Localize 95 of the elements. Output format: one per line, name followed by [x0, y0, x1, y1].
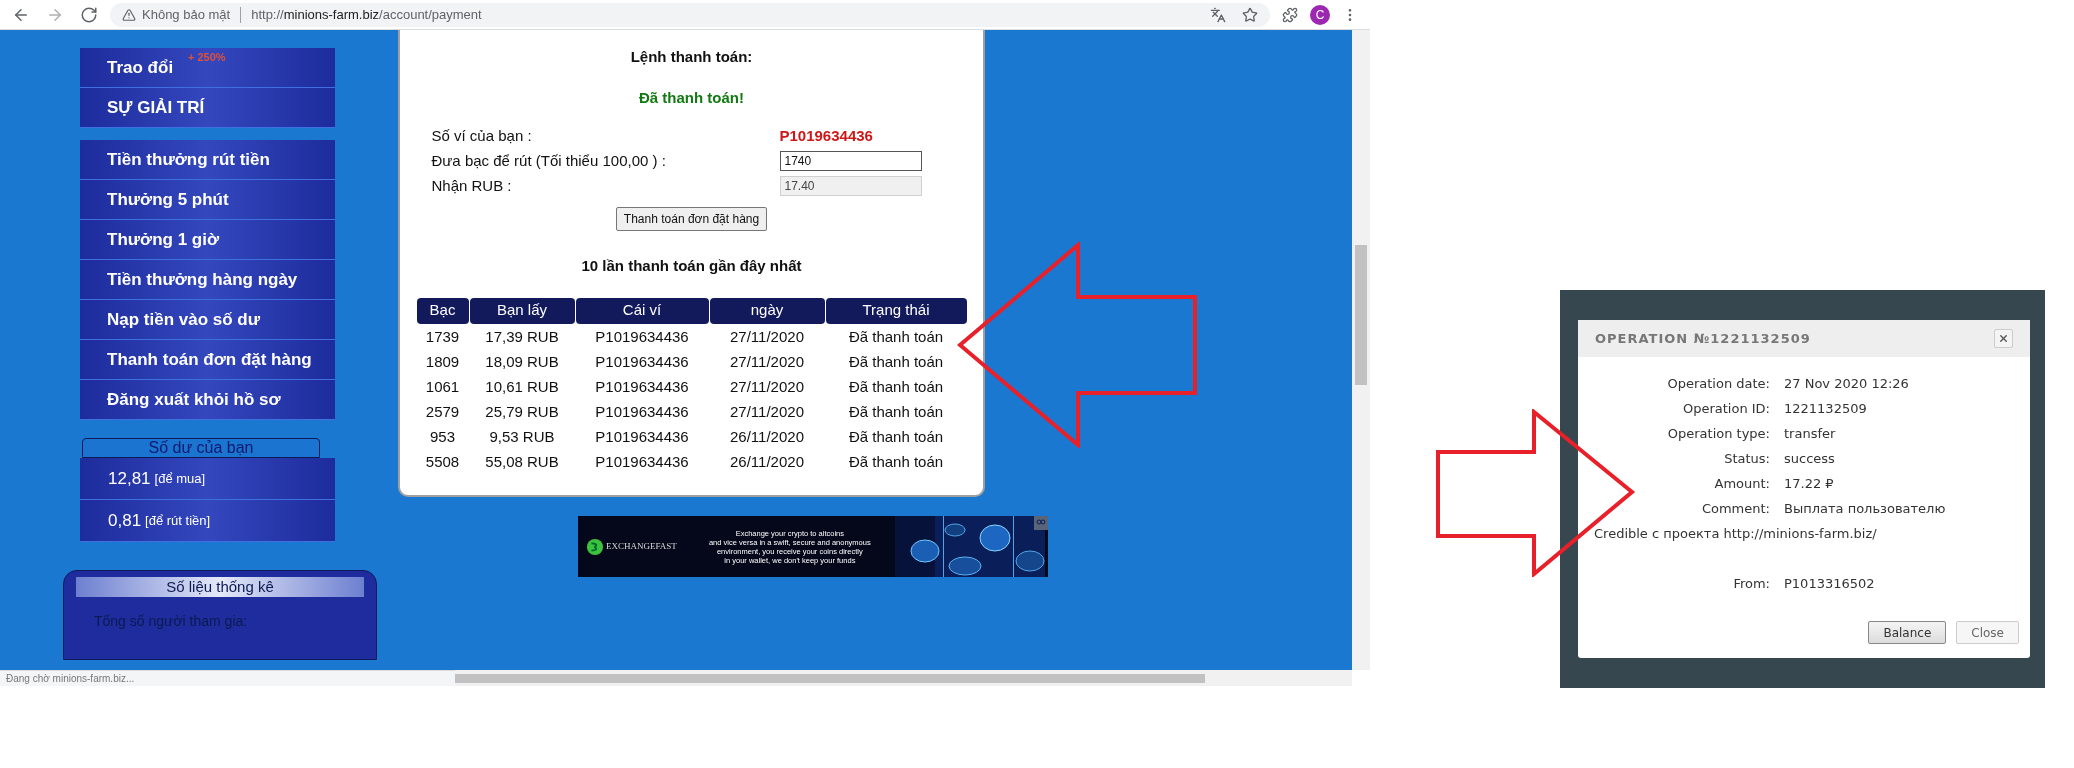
table-cell-text: 9,53 RUB	[488, 426, 556, 447]
table-cell-text: 27/11/2020	[729, 351, 805, 372]
menu-item[interactable]: Thưởng 1 giờ	[80, 220, 335, 260]
dialog-button[interactable]: Balance	[1868, 621, 1947, 644]
detail-value: 1221132509	[1784, 401, 1867, 416]
detail-label: Operation date:	[1666, 375, 1771, 393]
detail-value: transfer	[1784, 426, 1836, 441]
table-cell-text: 17,39 RUB	[484, 326, 560, 347]
detail-label: Status:	[1723, 450, 1771, 468]
logo-icon	[586, 537, 604, 556]
table-cell-text: 1809	[424, 351, 461, 372]
warning-icon[interactable]	[122, 7, 136, 22]
badge-icon	[1034, 516, 1048, 530]
balance-row: 0,81 [để rút tiền]	[80, 500, 335, 542]
field-label: Số ví của bạn :	[431, 125, 533, 146]
field-label: Đưa bạc để rút (Tối thiểu 100,00 ) :	[431, 150, 667, 171]
detail-value: 17.22 ₽	[1784, 476, 1834, 491]
table-cell-text: 953	[429, 426, 456, 447]
table-cell-text: P1019634436	[594, 451, 690, 472]
menu-item[interactable]: Đăng xuất khỏi hồ sơ	[80, 380, 335, 420]
table-cell-text: Đã thanh toán	[847, 351, 945, 372]
wallet-number: P1019634436	[779, 125, 873, 146]
stats-line: Tổng số người tham gia:	[94, 612, 249, 631]
amount-field[interactable]: 1740	[779, 151, 922, 171]
table-cell-text: 5508	[424, 451, 461, 472]
table-cell-text: P1019634436	[594, 401, 690, 422]
table-cell-text: Đã thanh toán	[847, 326, 945, 347]
table-cell-text: 26/11/2020	[729, 451, 805, 472]
column-header: ngày	[709, 297, 825, 324]
brand-name: EXCHANGEFAST	[606, 539, 677, 553]
menu-item[interactable]: Trao đổi + 250%	[80, 48, 335, 88]
detail-value: P1013316502	[1784, 576, 1875, 591]
profile-avatar[interactable]: C	[1310, 4, 1330, 25]
column-header: Cái ví	[575, 297, 709, 324]
reload-icon[interactable]	[80, 5, 98, 24]
table-cell-text: Đã thanh toán	[847, 376, 945, 397]
table-cell-text: 27/11/2020	[729, 401, 805, 422]
detail-value: Выплата пользователю	[1784, 501, 1946, 516]
column-header: Bạn lấy	[469, 297, 575, 324]
address-bar[interactable]: Không bảo mật http://minions-farm.biz/account/payment	[110, 2, 1270, 27]
close-button[interactable]	[1994, 329, 2013, 348]
url-text[interactable]: http://minions-farm.biz/account/payment	[251, 4, 482, 25]
balance-header: Số dư của bạn	[82, 438, 320, 458]
table-cell-text: P1019634436	[594, 351, 690, 372]
stats-header: Số liệu thống kê	[76, 577, 364, 597]
balance-row: 12,81 [để mua]	[80, 458, 335, 500]
menu-item[interactable]: Thanh toán đơn đặt hàng	[80, 340, 335, 380]
dialog-button[interactable]: Close	[1956, 621, 2019, 644]
table-cell-text: 1061	[424, 376, 461, 397]
detail-label: Operation type:	[1666, 425, 1771, 443]
detail-value: 27 Nov 2020 12:26	[1784, 376, 1909, 391]
menu-item[interactable]: Tiền thưởng hàng ngày	[80, 260, 335, 300]
table-cell-text: 10,61 RUB	[484, 376, 560, 397]
table-cell-text: Đã thanh toán	[847, 451, 945, 472]
history-title: 10 lần thanh toán gần đây nhất	[581, 256, 802, 276]
menu-item[interactable]: Tiền thưởng rút tiền	[80, 140, 335, 180]
detail-label: Comment:	[1700, 500, 1771, 518]
table-cell-text: Đã thanh toán	[847, 426, 945, 447]
detail-label: Operation ID:	[1681, 400, 1771, 418]
horizontal-scrollbar[interactable]	[455, 670, 1352, 686]
security-label: Không bảo mật	[142, 5, 231, 24]
column-header: Bạc	[416, 297, 469, 324]
detail-label: Amount:	[1713, 475, 1771, 493]
close-icon	[1998, 333, 2009, 344]
field-label: Nhận RUB :	[431, 175, 513, 196]
table-cell-text: 55,08 RUB	[484, 451, 560, 472]
menu-item[interactable]: SỰ GIẢI TRÍ	[80, 88, 335, 128]
panel-title: Lệnh thanh toán:	[630, 47, 753, 67]
translate-icon[interactable]	[1210, 6, 1226, 23]
menu-item[interactable]: Thưởng 5 phút	[80, 180, 335, 220]
table-cell-text: 26/11/2020	[729, 426, 805, 447]
table-cell-text: Đã thanh toán	[847, 401, 945, 422]
table-cell-text: P1019634436	[594, 426, 690, 447]
table-cell-text: 27/11/2020	[729, 326, 805, 347]
table-cell-text: P1019634436	[594, 376, 690, 397]
table-cell-text: P1019634436	[594, 326, 690, 347]
table-cell-text: 27/11/2020	[729, 376, 805, 397]
detail-value: Credible с проекта http://minions-farm.biz/	[1594, 526, 1877, 541]
menu-item[interactable]: Nạp tiền vào số dư	[80, 300, 335, 340]
column-header: Trạng thái	[825, 297, 967, 324]
table-cell-text: 2579	[424, 401, 461, 422]
vertical-scrollbar[interactable]	[1352, 30, 1370, 670]
table-cell-text: 18,09 RUB	[484, 351, 560, 372]
star-icon[interactable]	[1242, 6, 1258, 23]
detail-label: From:	[1732, 575, 1771, 593]
pay-button[interactable]: Thanh toán đơn đặt hàng	[615, 207, 768, 231]
bonus-label: + 250%	[188, 50, 226, 65]
dialog-title: OPERATION №1221132509	[1595, 329, 1811, 348]
detail-value: success	[1784, 451, 1835, 466]
puzzle-icon[interactable]	[1282, 6, 1298, 23]
payment-status: Đã thanh toán!	[639, 87, 744, 108]
status-text: Đang chờ minions-farm.biz...	[0, 670, 455, 686]
table-cell-text: 1739	[424, 326, 461, 347]
amount-field[interactable]: 17.40	[779, 176, 922, 196]
table-cell-text: 25,79 RUB	[484, 401, 560, 422]
